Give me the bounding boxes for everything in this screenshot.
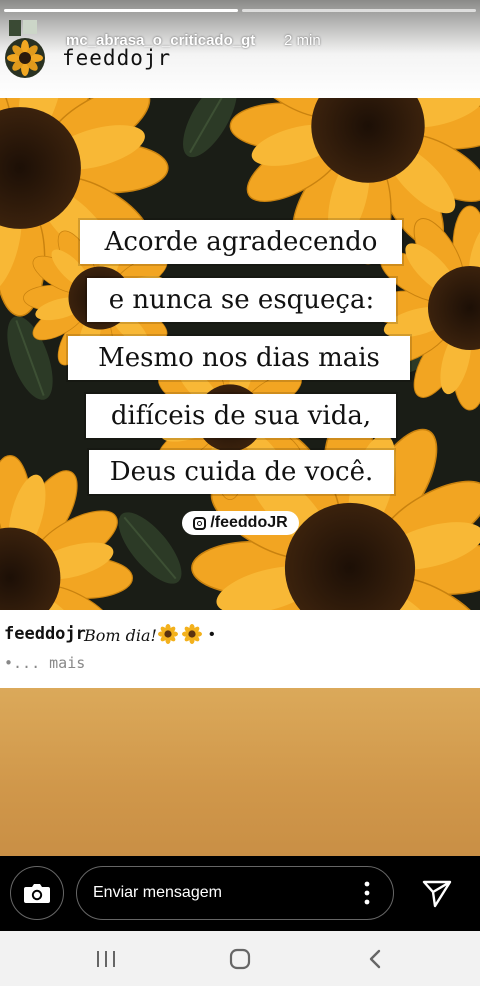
- home-icon: [229, 948, 251, 970]
- avatar-image: [5, 20, 45, 78]
- home-button[interactable]: [220, 942, 260, 976]
- instagram-handle-badge: /feeddoJR: [182, 511, 299, 535]
- more-options-button[interactable]: [357, 880, 377, 906]
- avatar[interactable]: [3, 20, 49, 80]
- quote-line-4: difíceis de sua vida,: [86, 394, 396, 438]
- instagram-handle-text: /feeddoJR: [210, 514, 288, 531]
- recents-icon: [97, 951, 115, 967]
- quote-line-3: Mesmo nos dias mais: [68, 336, 410, 380]
- recents-button[interactable]: [86, 942, 126, 976]
- post-caption-card[interactable]: feeddojr Bom dia! • •... mais: [0, 610, 480, 688]
- story-progress-segment-2: [242, 9, 476, 12]
- send-button[interactable]: [420, 876, 454, 910]
- quote-line-1: Acorde agradecendo: [80, 220, 402, 264]
- message-input-placeholder: Enviar mensagem: [93, 884, 222, 901]
- caption-separator: •: [209, 626, 215, 643]
- more-vertical-icon: [364, 881, 370, 905]
- story-view[interactable]: mc_abrasa_o_criticado_gt 2 min feeddojr: [0, 0, 480, 856]
- quote-line-2: e nunca se esqueça:: [87, 278, 396, 322]
- caption-author[interactable]: feeddojr: [4, 624, 86, 644]
- sunflower-emoji-icon: [158, 624, 178, 644]
- quote-line-5: Deus cuida de você.: [89, 450, 394, 494]
- send-icon: [422, 880, 452, 908]
- story-progress-segment-1: [4, 9, 238, 12]
- camera-button[interactable]: [10, 866, 64, 920]
- sunflower-emoji-icon: [182, 624, 202, 644]
- back-icon: [369, 949, 381, 969]
- story-timestamp: 2 min: [284, 32, 321, 49]
- caption-more-link[interactable]: •... mais: [4, 654, 85, 672]
- back-button[interactable]: [355, 942, 395, 976]
- instagram-icon: [193, 516, 207, 530]
- story-background-fill: [0, 688, 480, 856]
- story-post-image[interactable]: Acorde agradecendo e nunca se esqueça: M…: [0, 98, 480, 610]
- camera-icon: [24, 884, 50, 903]
- post-author-label[interactable]: feeddojr: [62, 46, 171, 70]
- caption-text: Bom dia!: [84, 626, 157, 645]
